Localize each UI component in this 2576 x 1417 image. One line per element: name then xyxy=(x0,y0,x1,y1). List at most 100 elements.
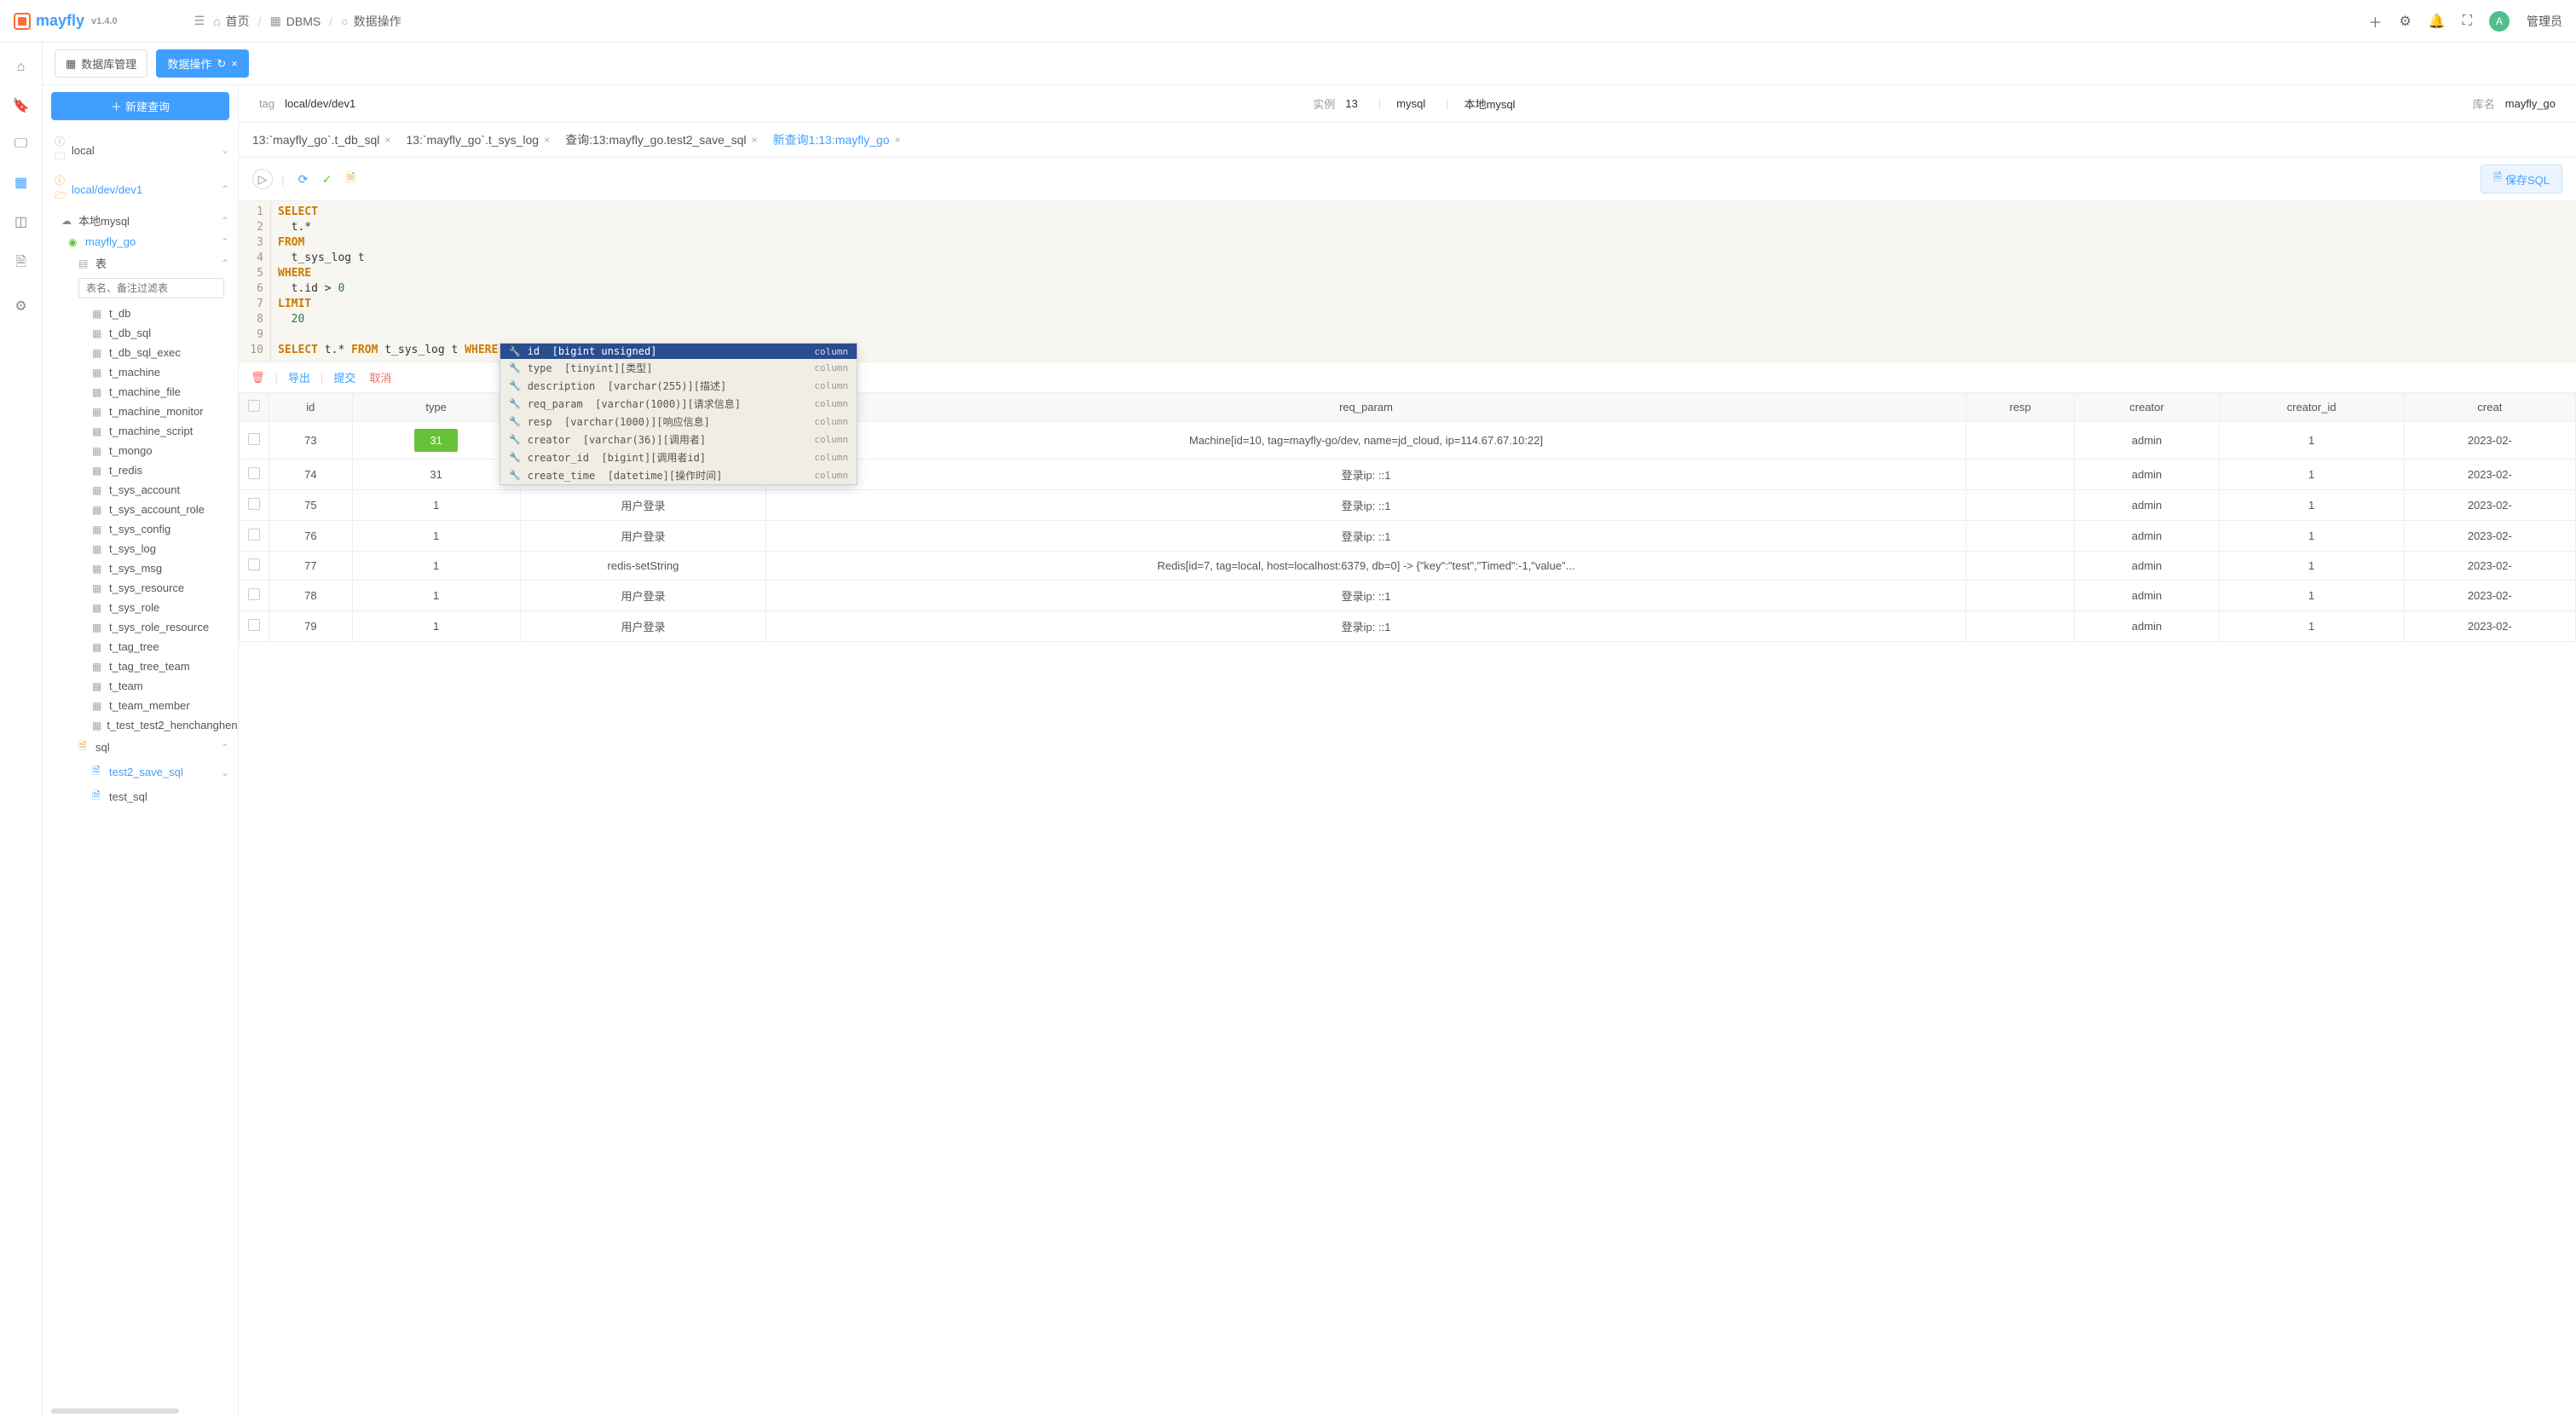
tree-item[interactable]: ▦t_sys_account_role xyxy=(43,500,238,519)
column-header[interactable]: creat xyxy=(2404,393,2575,422)
tree-item[interactable]: ▦t_team_member xyxy=(43,696,238,715)
table-row[interactable]: 79 1 用户登录 登录ip: ::1 admin 1 2023-02- xyxy=(240,611,2576,642)
autocomplete-item[interactable]: 🔧type [tinyint][类型]column xyxy=(500,359,857,377)
tree-item[interactable]: ▦t_sys_role_resource xyxy=(43,617,238,637)
autocomplete-item[interactable]: 🔧create_time [datetime][操作时间]column xyxy=(500,466,857,484)
autocomplete-item[interactable]: 🔧id [bigint unsigned]column xyxy=(500,344,857,359)
editor-tab[interactable]: 新查询1:13:mayfly_go× xyxy=(773,131,901,148)
row-checkbox[interactable] xyxy=(240,581,269,611)
history-icon[interactable]: 🗎 xyxy=(341,169,361,189)
bell-icon[interactable]: 🔔 xyxy=(2429,13,2446,30)
plus-icon[interactable]: ＋ xyxy=(2369,11,2383,32)
app-logo[interactable]: mayfly v1.4.0 xyxy=(14,12,118,30)
column-header[interactable]: type xyxy=(352,393,520,422)
row-checkbox[interactable] xyxy=(240,552,269,581)
tree-item[interactable]: ▦t_sys_role xyxy=(43,598,238,617)
row-checkbox[interactable] xyxy=(240,490,269,521)
tree-item[interactable]: ▦t_sys_log xyxy=(43,539,238,558)
editor-tab[interactable]: 13:`mayfly_go`.t_sys_log× xyxy=(406,133,550,147)
tree-item[interactable]: ▦t_machine_file xyxy=(43,382,238,402)
breadcrumb-dbms[interactable]: ▦DBMS xyxy=(270,14,321,28)
menu-collapse-icon[interactable]: ☰ xyxy=(194,14,205,28)
rail-bookmark-icon[interactable]: 🔖 xyxy=(13,97,30,114)
close-icon[interactable]: × xyxy=(895,134,901,146)
tree-item[interactable]: 🗎test_sql xyxy=(43,784,238,809)
table-row[interactable]: 76 1 用户登录 登录ip: ::1 admin 1 2023-02- xyxy=(240,521,2576,552)
tree-item[interactable]: ▦t_sys_account xyxy=(43,480,238,500)
tree-item[interactable]: ▦t_machine_monitor xyxy=(43,402,238,421)
rail-monitor-icon[interactable]: 🖵 xyxy=(14,136,27,152)
tree-item[interactable]: ⓘ 🗁local/dev/dev1⌃ xyxy=(43,170,238,209)
editor-tab[interactable]: 查询:13:mayfly_go.test2_save_sql× xyxy=(565,131,757,148)
tree-item[interactable]: ▦t_team xyxy=(43,676,238,696)
results-table-wrap[interactable]: idtypedescriptionreq_paramrespcreatorcre… xyxy=(239,392,2576,1417)
autocomplete-popup[interactable]: 🔧id [bigint unsigned]column🔧type [tinyin… xyxy=(500,343,858,485)
user-name[interactable]: 管理员 xyxy=(2527,13,2562,30)
close-icon[interactable]: × xyxy=(544,134,550,146)
tab-db-manage[interactable]: ▦数据库管理 xyxy=(55,49,147,78)
export-link[interactable]: 导出 xyxy=(288,369,310,385)
tree-item[interactable]: ▦t_tag_tree xyxy=(43,637,238,656)
column-header[interactable]: resp xyxy=(1966,393,2075,422)
tree-item[interactable]: ▦t_redis xyxy=(43,460,238,480)
tree-item[interactable]: ▦t_machine_script xyxy=(43,421,238,441)
column-header[interactable]: creator_id xyxy=(2219,393,2404,422)
tree-item[interactable]: ▦t_test_test2_henchanghen xyxy=(43,715,238,735)
cancel-link[interactable]: 取消 xyxy=(369,369,391,385)
tree-item[interactable]: ▦t_db xyxy=(43,304,238,323)
rail-home-icon[interactable]: ⌂ xyxy=(17,60,26,75)
tree-item[interactable]: ⓘ 🗀local⌄ xyxy=(43,130,238,170)
rail-doc-icon[interactable]: 🗎 xyxy=(15,252,26,275)
tree-item[interactable]: 🗎test2_save_sql⌄ xyxy=(43,760,238,784)
fullscreen-icon[interactable]: ⛶ xyxy=(2463,14,2472,29)
avatar[interactable]: A xyxy=(2489,11,2510,32)
format-icon[interactable]: ✓ xyxy=(317,169,338,189)
autocomplete-item[interactable]: 🔧description [varchar(255)][描述]column xyxy=(500,377,857,395)
sql-editor[interactable]: 12345678910 SELECT t.*FROM t_sys_log tWH… xyxy=(239,201,2576,361)
new-query-button[interactable]: ＋新建查询 xyxy=(51,92,229,120)
rail-gear-icon[interactable]: ⚙ xyxy=(14,298,26,315)
tree-item[interactable]: ▦t_machine xyxy=(43,362,238,382)
breadcrumb-dataops[interactable]: ○数据操作 xyxy=(341,13,401,30)
table-row[interactable]: 78 1 用户登录 登录ip: ::1 admin 1 2023-02- xyxy=(240,581,2576,611)
row-checkbox[interactable] xyxy=(240,521,269,552)
tree-item[interactable]: ▦t_db_sql xyxy=(43,323,238,343)
tree-item[interactable]: ▦t_sys_config xyxy=(43,519,238,539)
autocomplete-item[interactable]: 🔧resp [varchar(1000)][响应信息]column xyxy=(500,413,857,431)
column-header[interactable]: req_param xyxy=(766,393,1966,422)
tree-item[interactable]: ☁本地mysql⌃ xyxy=(43,209,238,232)
row-checkbox[interactable] xyxy=(240,611,269,642)
autocomplete-item[interactable]: 🔧creator [varchar(36)][调用者]column xyxy=(500,431,857,448)
autocomplete-item[interactable]: 🔧req_param [varchar(1000)][请求信息]column xyxy=(500,395,857,413)
rail-apps-icon[interactable]: ◫ xyxy=(14,213,27,230)
column-header[interactable]: creator xyxy=(2075,393,2219,422)
editor-tab[interactable]: 13:`mayfly_go`.t_db_sql× xyxy=(252,133,390,147)
autocomplete-item[interactable]: 🔧creator_id [bigint][调用者id]column xyxy=(500,448,857,466)
select-all-checkbox[interactable] xyxy=(240,393,269,422)
breadcrumb-home[interactable]: ⌂首页 xyxy=(213,13,249,30)
tree-item[interactable]: 🗎sql⌃ xyxy=(43,735,238,760)
table-filter-input[interactable] xyxy=(78,278,224,298)
column-header[interactable]: id xyxy=(269,393,353,422)
tree-item[interactable]: ▦t_sys_resource xyxy=(43,578,238,598)
run-icon[interactable]: ▷ xyxy=(252,169,273,189)
table-row[interactable]: 77 1 redis-setString Redis[id=7, tag=loc… xyxy=(240,552,2576,581)
tree-item[interactable]: ▦t_sys_msg xyxy=(43,558,238,578)
tab-data-ops[interactable]: 数据操作↻× xyxy=(156,49,249,78)
tree-item[interactable]: ◉mayfly_go⌃ xyxy=(43,232,238,252)
tree-item[interactable]: ▦t_db_sql_exec xyxy=(43,343,238,362)
close-icon[interactable]: × xyxy=(231,57,238,70)
save-sql-button[interactable]: 🗎保存SQL xyxy=(2481,165,2562,194)
close-icon[interactable]: × xyxy=(384,134,390,146)
submit-link[interactable]: 提交 xyxy=(333,369,355,385)
settings-icon[interactable]: ⚙ xyxy=(2400,13,2411,30)
row-checkbox[interactable] xyxy=(240,422,269,460)
rail-db-icon[interactable]: ▦ xyxy=(14,174,27,191)
tree-item[interactable]: ▤表⌃ xyxy=(43,252,238,275)
table-row[interactable]: 75 1 用户登录 登录ip: ::1 admin 1 2023-02- xyxy=(240,490,2576,521)
close-icon[interactable]: × xyxy=(752,134,758,146)
tree-item[interactable]: ▦t_mongo xyxy=(43,441,238,460)
sidebar-scrollbar[interactable] xyxy=(51,1408,179,1414)
delete-icon[interactable]: 🗑 xyxy=(251,371,265,385)
tree-item[interactable]: ▦t_tag_tree_team xyxy=(43,656,238,676)
